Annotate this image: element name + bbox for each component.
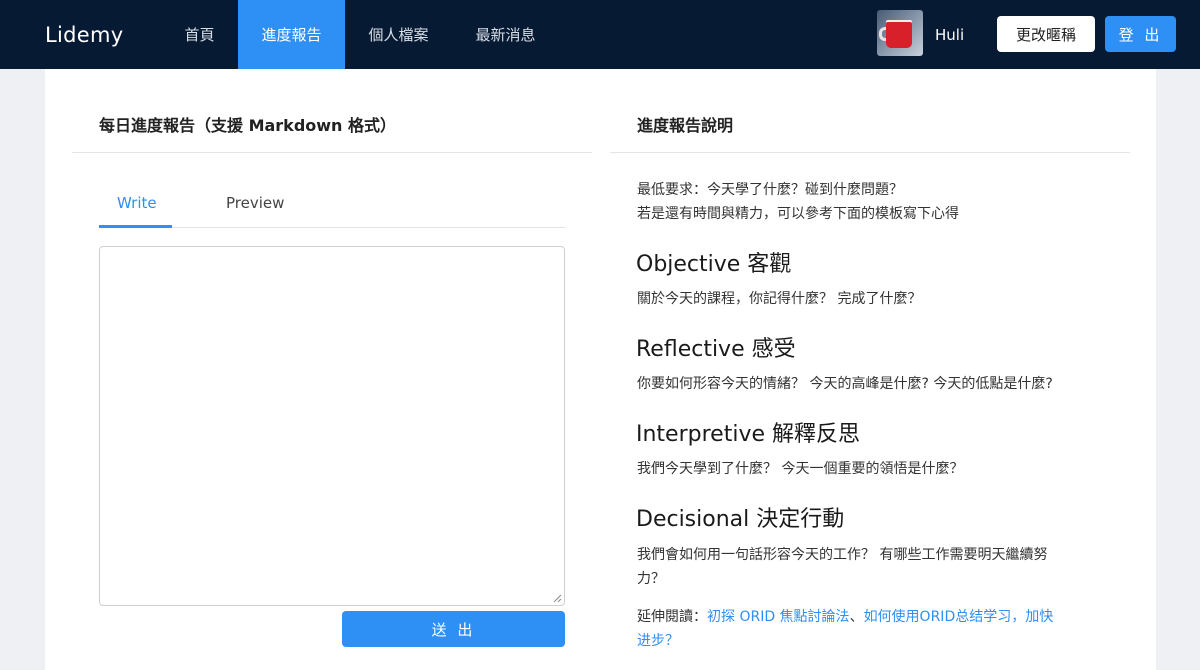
nav-item-home[interactable]: 首頁 [161,0,238,69]
heading-interpretive: Interpretive 解釋反思 [636,422,860,447]
change-nickname-button[interactable]: 更改暱稱 [997,16,1095,52]
mug-icon [886,22,912,48]
link-orid-intro[interactable]: 初探 ORID 焦點討論法 [707,609,850,625]
intro-line-1: 最低要求：今天學了什麼？碰到什麼問題？ [637,182,903,198]
link-orid-howto[interactable]: 如何使用ORID总结学习，加快 [864,609,1054,625]
tab-write[interactable]: Write [117,194,157,214]
body-reflective: 你要如何形容今天的情緒？ 今天的高峰是什麼? 今天的低點是什麼? [637,376,1053,392]
nav-item-profile[interactable]: 個人檔案 [345,0,452,69]
further-reading-label: 延伸閱讀： [637,609,707,625]
resize-handle-icon[interactable] [553,594,562,603]
body-objective: 關於今天的課程，你記得什麼？ 完成了什麼？ [637,291,922,307]
top-navbar: Lidemy 首頁 進度報告 個人檔案 最新消息 Huli 更改暱稱 登 出 [0,0,1200,69]
heading-reflective: Reflective 感受 [636,337,796,362]
body-interpretive: 我們今天學到了什麼？ 今天一個重要的領悟是什麼？ [637,461,964,477]
submit-button[interactable]: 送 出 [342,611,565,647]
link-separator: 、 [849,609,864,625]
avatar[interactable] [877,10,923,56]
heading-decisional: Decisional 決定行動 [636,507,845,532]
body-decisional-line-1: 我們會如何用一句話形容今天的工作？ 有哪些工作需要明天繼續努 [637,547,1048,563]
body-decisional-line-2: 力？ [637,571,665,587]
heading-objective: Objective 客觀 [636,252,792,277]
right-divider [610,152,1130,153]
nav-item-news[interactable]: 最新消息 [452,0,559,69]
active-tab-indicator [99,225,172,228]
report-editor-textarea[interactable] [99,246,565,606]
logout-button[interactable]: 登 出 [1105,16,1176,52]
link-orid-howto-cont[interactable]: 进步？ [637,633,679,649]
tab-preview[interactable]: Preview [226,194,284,214]
username: Huli [935,25,965,44]
guide-panel-title: 進度報告說明 [637,116,734,135]
brand-logo[interactable]: Lidemy [45,0,123,69]
further-reading-line-2: 进步？ [637,629,679,653]
nav-item-progress-report[interactable]: 進度報告 [238,0,345,69]
report-panel-title: 每日進度報告（支援 Markdown 格式） [99,116,397,135]
nav-menu: 首頁 進度報告 個人檔案 最新消息 [161,0,559,69]
intro-line-2: 若是還有時間與精力，可以參考下面的模板寫下心得 [637,206,959,222]
further-reading: 延伸閱讀：初探 ORID 焦點討論法、如何使用ORID总结学习，加快 [637,605,1053,629]
left-divider [72,152,592,153]
